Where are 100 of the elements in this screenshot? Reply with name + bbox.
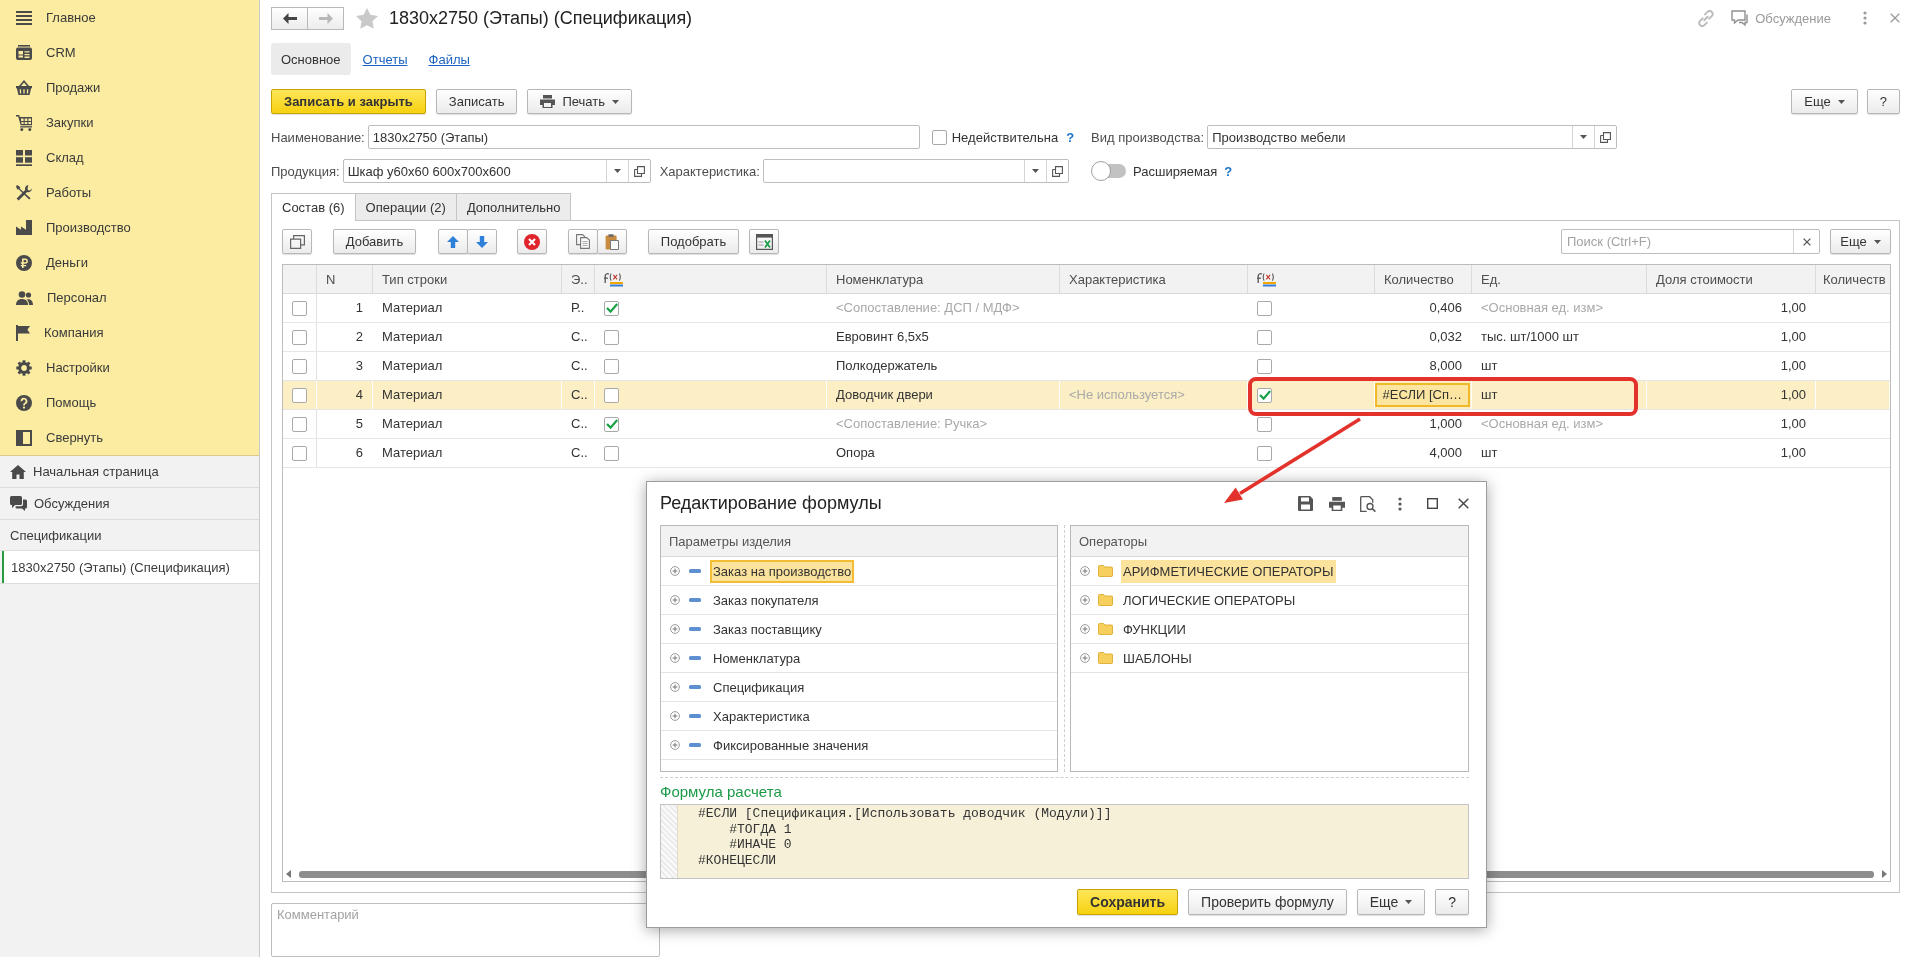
tree-item[interactable]: ФУНКЦИИ [1121,617,1188,641]
check-formula-button[interactable]: Проверить формулу [1188,889,1347,915]
checkbox[interactable] [292,416,307,432]
expand-icon[interactable] [670,682,680,692]
checkbox[interactable] [1257,358,1272,374]
copy-button[interactable] [568,229,598,254]
tree-item[interactable]: Фиксированные значения [710,733,872,757]
sidebar-item[interactable]: Деньги [0,245,259,280]
table-row[interactable]: 5 Материал С.. <Сопоставление: Ручка> 1,000 <Основная ед. изм> 1,00 [283,410,1890,439]
tree-item[interactable]: Заказ покупателя [710,588,822,612]
form-tab[interactable]: Отчеты [362,51,408,67]
move-up-button[interactable] [438,229,468,254]
sidebar-item[interactable]: Продажи [0,70,259,105]
help-button[interactable]: ? [1435,889,1469,915]
expand-icon[interactable] [670,566,680,576]
checkbox[interactable] [1257,445,1272,461]
tree-item[interactable]: Характеристика [710,704,813,728]
save-and-close-button[interactable]: Записать и закрыть [271,89,426,114]
save-button[interactable]: Сохранить [1077,889,1179,915]
toggle-switch[interactable] [1091,161,1126,181]
sidebar-item[interactable]: Закупки [0,105,259,140]
sidebar-item[interactable]: Главное [0,0,259,35]
sidebar-item[interactable]: Помощь [0,385,259,420]
checkbox[interactable] [604,300,619,316]
checkbox[interactable] [292,387,307,403]
help-link[interactable]: ? [1224,163,1233,179]
print-icon[interactable] [1329,496,1345,511]
checkbox[interactable] [604,416,619,432]
more-button[interactable]: Еще [1791,89,1858,114]
checkbox[interactable] [1257,300,1272,316]
table-row[interactable]: 6 Материал С.. Опора 4,000 шт 1,00 [283,439,1890,468]
expand-icon[interactable] [670,740,680,750]
sidebar-item[interactable]: Свернуть [0,420,259,455]
sidebar-item[interactable]: Работы [0,175,259,210]
sidebar-item[interactable]: Настройки [0,350,259,385]
tree-item[interactable]: ЛОГИЧЕСКИЕ ОПЕРАТОРЫ [1121,588,1298,612]
checkbox[interactable] [604,329,619,345]
form-tab[interactable]: Файлы [428,51,470,67]
table-row[interactable]: 2 Материал С.. Евровинт 6,5x5 0,032 тыс. шт/1000 шт 1,00 [283,323,1890,352]
sidebar-item[interactable]: Компания [0,315,259,350]
checkbox[interactable] [292,358,307,374]
help-link[interactable]: ? [1066,129,1075,145]
expand-icon[interactable] [670,653,680,663]
sidebar-link[interactable]: Обсуждения [0,488,259,520]
add-button[interactable]: Добавить [333,229,416,254]
checkbox[interactable] [292,300,307,316]
close-icon[interactable] [1458,498,1469,509]
delete-button[interactable] [517,229,547,254]
checkbox[interactable] [1257,387,1272,403]
name-field[interactable]: 1830x2750 (Этапы) [367,125,920,149]
form-tab[interactable]: Основное [271,43,351,75]
preview-icon[interactable] [1360,495,1376,512]
checkbox[interactable] [292,445,307,461]
open-window-item[interactable]: 1830x2750 (Этапы) (Спецификация) [0,551,259,584]
tree-item[interactable]: АРИФМЕТИЧЕСКИЕ ОПЕРАТОРЫ [1121,559,1336,583]
expand-icon[interactable] [1080,653,1090,663]
sidebar-item[interactable]: Персонал [0,280,259,315]
production-type-field[interactable]: Производство мебели [1207,125,1618,149]
characteristic-field[interactable] [762,159,1069,183]
paste-button[interactable] [597,229,627,254]
tree-item[interactable]: ШАБЛОНЫ [1121,646,1194,670]
expand-icon[interactable] [670,624,680,634]
export-button[interactable] [749,229,779,254]
checkbox[interactable] [1257,329,1272,345]
more-icon[interactable] [1398,496,1402,511]
help-button[interactable]: ? [1866,89,1900,114]
maximize-icon[interactable] [1427,498,1438,509]
table-cell[interactable]: #ЕСЛИ [Сп… [1374,383,1470,407]
link-icon[interactable] [1698,9,1716,27]
product-field[interactable]: Шкаф у60x60 600x700x600 [342,159,651,183]
star-icon[interactable] [356,7,378,29]
tree-item[interactable]: Заказ поставщику [710,617,825,641]
sidebar-item[interactable]: CRM [0,35,259,70]
table-row[interactable]: 4 Материал С.. Доводчик двери <Не используется> #ЕСЛИ [Сп… шт 1,00 [283,381,1890,410]
tab[interactable]: Состав (6) [271,193,356,221]
expand-icon[interactable] [670,595,680,605]
tab[interactable]: Дополнительно [455,193,572,220]
save-button[interactable]: Записать [435,89,518,114]
expand-icon[interactable] [1080,624,1090,634]
more-button[interactable]: Еще [1356,889,1426,915]
sidebar-item[interactable]: Склад [0,140,259,175]
checkbox[interactable] [604,358,619,374]
sidebar-item[interactable]: Производство [0,210,259,245]
formula-field[interactable]: #ЕСЛИ [Спецификация.[Использовать доводчик (Модули)]] #ТОГДА 1 #ИНАЧЕ 0 #КОНЕЦЕСЛИ [660,804,1469,879]
checkbox[interactable] [604,387,619,403]
checkbox[interactable] [1257,416,1272,432]
tree-item[interactable]: Номенклатура [710,646,804,670]
move-down-button[interactable] [467,229,497,254]
tree-item[interactable]: Заказ на производство [710,559,855,583]
print-button[interactable]: Печать [527,89,632,114]
sidebar-link[interactable]: Начальная страница [0,456,259,488]
expand-icon[interactable] [1080,566,1090,576]
expand-icon[interactable] [670,711,680,721]
copy-row-button[interactable] [282,229,312,254]
more-button[interactable]: Еще [1830,229,1891,254]
pick-button[interactable]: Подобрать [648,229,739,254]
table-row[interactable]: 1 Материал Р.. <Сопоставление: ДСП / МДФ> 0,406 <Основная ед. изм> 1,00 [283,294,1890,323]
checkbox[interactable] [604,445,619,461]
back-button[interactable] [271,6,308,30]
expand-icon[interactable] [1080,595,1090,605]
